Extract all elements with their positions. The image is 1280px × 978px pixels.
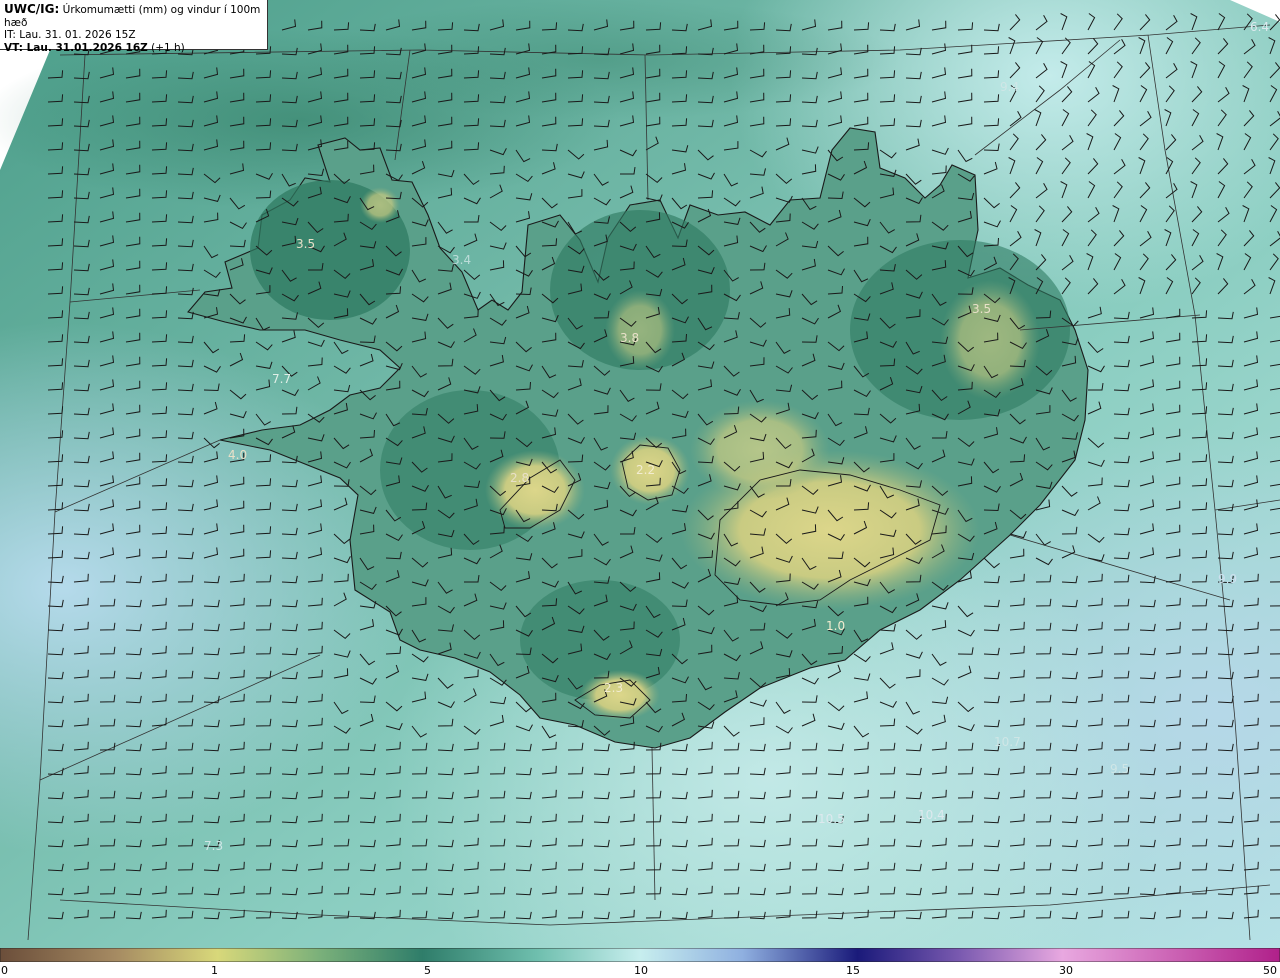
colorbar-tick: 30: [1059, 964, 1073, 977]
map-label: 10.5: [818, 812, 845, 826]
colorbar-tick: 15: [846, 964, 860, 977]
valid-time: VT: Lau. 31.01.2026 16Z: [4, 41, 148, 54]
map-label: 3.5: [972, 302, 991, 316]
colorbar-tick: 5: [424, 964, 431, 977]
colorbar-tick: 0: [1, 964, 8, 977]
map-label: 7.7: [272, 372, 291, 386]
precipitation-wind-map: 3.5 3.4 7.7 4.0 3.8 2.8 2.2 3.5 9.4 6.4 …: [0, 0, 1280, 948]
map-label: 6.4: [1250, 20, 1269, 34]
map-label: 9.5: [1110, 762, 1129, 776]
map-label: 9.4: [1000, 80, 1019, 94]
map-label: 1.0: [826, 619, 845, 633]
map-label: 2.8: [510, 471, 529, 485]
map-label: 2.2: [636, 463, 655, 477]
map-label: 7.3: [204, 839, 223, 853]
precipitation-colorbar: [0, 948, 1280, 962]
colorbar-tick: 1: [211, 964, 218, 977]
lead-time: (+1 h): [147, 41, 185, 54]
model-name: UWC/IG:: [4, 2, 60, 16]
colorbar-tick: 50: [1263, 964, 1277, 977]
map-label: 9.9: [1218, 572, 1237, 586]
map-label: 3.4: [452, 253, 471, 267]
colorbar-tick: 10: [634, 964, 648, 977]
map-label: 10.7: [994, 735, 1021, 749]
init-time: IT: Lau. 31. 01. 2026 15Z: [4, 29, 136, 41]
map-label: 3.8: [620, 331, 639, 345]
map-label: 2.3: [604, 681, 623, 695]
map-label: 3.5: [296, 237, 315, 251]
map-label: 10.4: [918, 808, 945, 822]
map-info-box: UWC/IG: Úrkomumætti (mm) og vindur í 100…: [0, 0, 268, 54]
map-label: 4.0: [228, 448, 247, 462]
